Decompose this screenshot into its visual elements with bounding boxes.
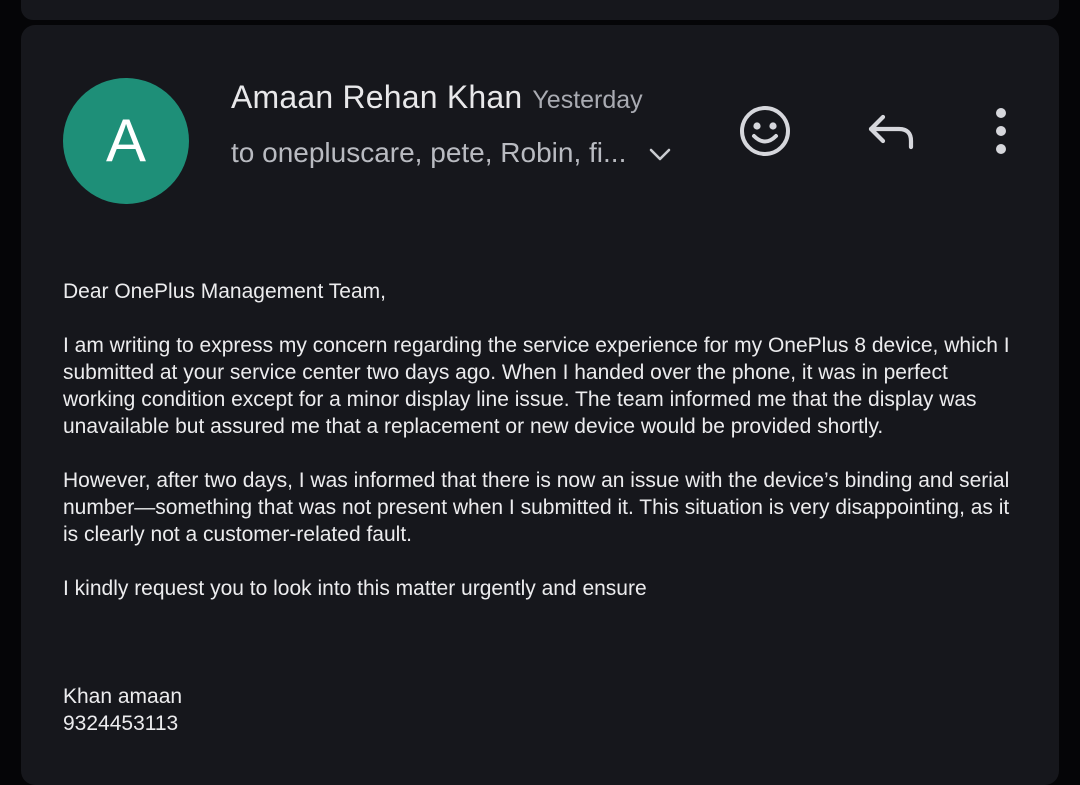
email-paragraph: I kindly request you to look into this m… (63, 577, 647, 600)
smiley-face-icon (737, 103, 793, 164)
signature-name: Khan amaan (63, 685, 183, 708)
more-options-button[interactable] (981, 105, 1021, 161)
sender-name[interactable]: Amaan Rehan Khan (231, 79, 522, 115)
email-message-card: A Amaan Rehan Khan Yesterday to oneplusca… (21, 25, 1059, 785)
recipients-summary[interactable]: to onepluscare, pete, Robin, fi... (231, 137, 626, 169)
add-reaction-button[interactable] (735, 103, 795, 163)
previous-message-card[interactable] (21, 0, 1059, 20)
reply-arrow-icon (865, 109, 919, 158)
email-body: Dear OnePlus Management Team, I am writi… (63, 278, 1023, 629)
email-greeting: Dear OnePlus Management Team, (63, 280, 386, 303)
message-timestamp: Yesterday (532, 86, 643, 114)
email-signature: Khan amaan 9324453113 (63, 683, 182, 737)
signature-phone[interactable]: 9324453113 (63, 710, 182, 737)
sender-avatar[interactable]: A (63, 78, 189, 204)
sender-header: Amaan Rehan Khan Yesterday (231, 79, 643, 116)
chevron-down-icon[interactable] (648, 147, 672, 168)
reply-button[interactable] (862, 105, 922, 161)
email-paragraph: I am writing to express my concern regar… (63, 334, 1010, 438)
vertical-dots-icon (993, 107, 1009, 160)
email-paragraph: However, after two days, I was informed … (63, 469, 1010, 546)
recipients-row[interactable]: to onepluscare, pete, Robin, fi... (231, 137, 672, 169)
